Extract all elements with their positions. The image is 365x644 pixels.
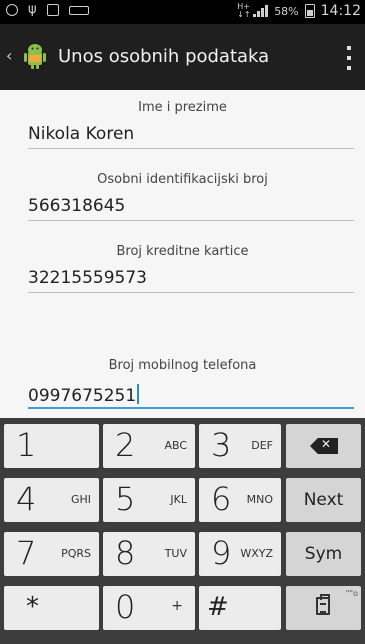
action-bar: ‹ Unos osobnih podataka xyxy=(0,24,365,90)
key-digit: 2 xyxy=(115,426,136,464)
mobile-phone-input[interactable]: 0997675251 xyxy=(28,384,140,406)
key-1[interactable]: 1 xyxy=(4,424,99,468)
field-label: Osobni identifikacijski broj xyxy=(97,172,268,187)
numeric-keyboard: 1 2 ABC 3 DEF 4 GHI 5 JKL 6 MNO Next 7 P… xyxy=(0,418,365,644)
oib-input[interactable]: 566318645 xyxy=(28,196,125,216)
key-9[interactable]: 9 WXYZ xyxy=(199,532,281,576)
key-7[interactable]: 7 PQRS xyxy=(4,532,99,576)
next-label: Next xyxy=(303,490,344,510)
overflow-menu-icon[interactable] xyxy=(347,46,353,70)
clock: 14:12 xyxy=(320,3,361,19)
next-key[interactable]: Next xyxy=(286,478,361,522)
field-label: Ime i prezime xyxy=(138,100,227,115)
image-icon xyxy=(46,4,59,16)
key-digit: 0 xyxy=(115,588,136,626)
key-letters: MNO xyxy=(246,493,273,506)
sym-label: Sym xyxy=(304,544,343,564)
battery-percent: 58% xyxy=(274,4,299,18)
key-letters: WXYZ xyxy=(240,547,273,560)
key-letters: + xyxy=(171,598,183,614)
status-bar: ψ H+ ↓↑ 58% 14:12 xyxy=(0,0,365,24)
key-letters: TUV xyxy=(164,547,187,560)
key-4[interactable]: 4 GHI xyxy=(4,478,99,522)
field-underline xyxy=(28,292,354,293)
field-underline xyxy=(28,220,354,221)
key-star[interactable]: * xyxy=(4,586,99,630)
key-3[interactable]: 3 DEF xyxy=(199,424,281,468)
key-digit: # xyxy=(207,592,229,622)
clipboard-dots: ""o xyxy=(345,589,358,598)
key-digit: * xyxy=(26,592,39,622)
key-digit: 4 xyxy=(16,480,37,518)
key-digit: 1 xyxy=(16,426,37,464)
field-underline-focused xyxy=(28,407,354,409)
screen-title: Unos osobnih podataka xyxy=(58,46,270,67)
key-letters: JKL xyxy=(170,493,187,506)
back-chevron-icon[interactable]: ‹ xyxy=(6,46,12,65)
key-digit: 5 xyxy=(115,480,136,518)
key-digit: 7 xyxy=(16,534,37,572)
key-6[interactable]: 6 MNO xyxy=(199,478,281,522)
credit-card-input[interactable]: 32215559573 xyxy=(28,268,147,288)
hplus-network-icon: H+ ↓↑ xyxy=(237,2,251,19)
keyboard-icon xyxy=(68,5,89,15)
field-underline xyxy=(28,148,354,149)
text-cursor xyxy=(137,384,140,404)
signal-icon xyxy=(253,5,269,17)
key-digit: 8 xyxy=(115,534,136,572)
field-label: Broj kreditne kartice xyxy=(116,244,249,259)
key-digit: 6 xyxy=(211,480,232,518)
clipboard-key[interactable]: ""o xyxy=(286,586,361,630)
sym-key[interactable]: Sym xyxy=(286,532,361,576)
key-8[interactable]: 8 TUV xyxy=(103,532,195,576)
battery-icon xyxy=(304,4,315,18)
notification-icon xyxy=(6,4,18,16)
android-app-icon[interactable] xyxy=(22,42,48,70)
key-digit: 3 xyxy=(211,426,232,464)
key-letters: DEF xyxy=(251,439,273,452)
mobile-phone-value: 0997675251 xyxy=(28,386,137,406)
form-content: Ime i prezime Nikola Koren Osobni identi… xyxy=(0,90,365,420)
backspace-key[interactable] xyxy=(286,424,361,468)
backspace-icon xyxy=(310,438,338,454)
clipboard-icon xyxy=(316,594,330,615)
key-letters: ABC xyxy=(164,439,187,452)
key-0[interactable]: 0 + xyxy=(103,586,195,630)
key-5[interactable]: 5 JKL xyxy=(103,478,195,522)
key-letters: GHI xyxy=(70,493,91,506)
key-letters: PQRS xyxy=(61,547,91,560)
full-name-input[interactable]: Nikola Koren xyxy=(28,124,134,144)
field-label: Broj mobilnog telefona xyxy=(108,358,257,373)
key-2[interactable]: 2 ABC xyxy=(103,424,195,468)
key-hash[interactable]: # xyxy=(199,586,281,630)
usb-icon: ψ xyxy=(28,2,37,17)
key-digit: 9 xyxy=(211,534,232,572)
